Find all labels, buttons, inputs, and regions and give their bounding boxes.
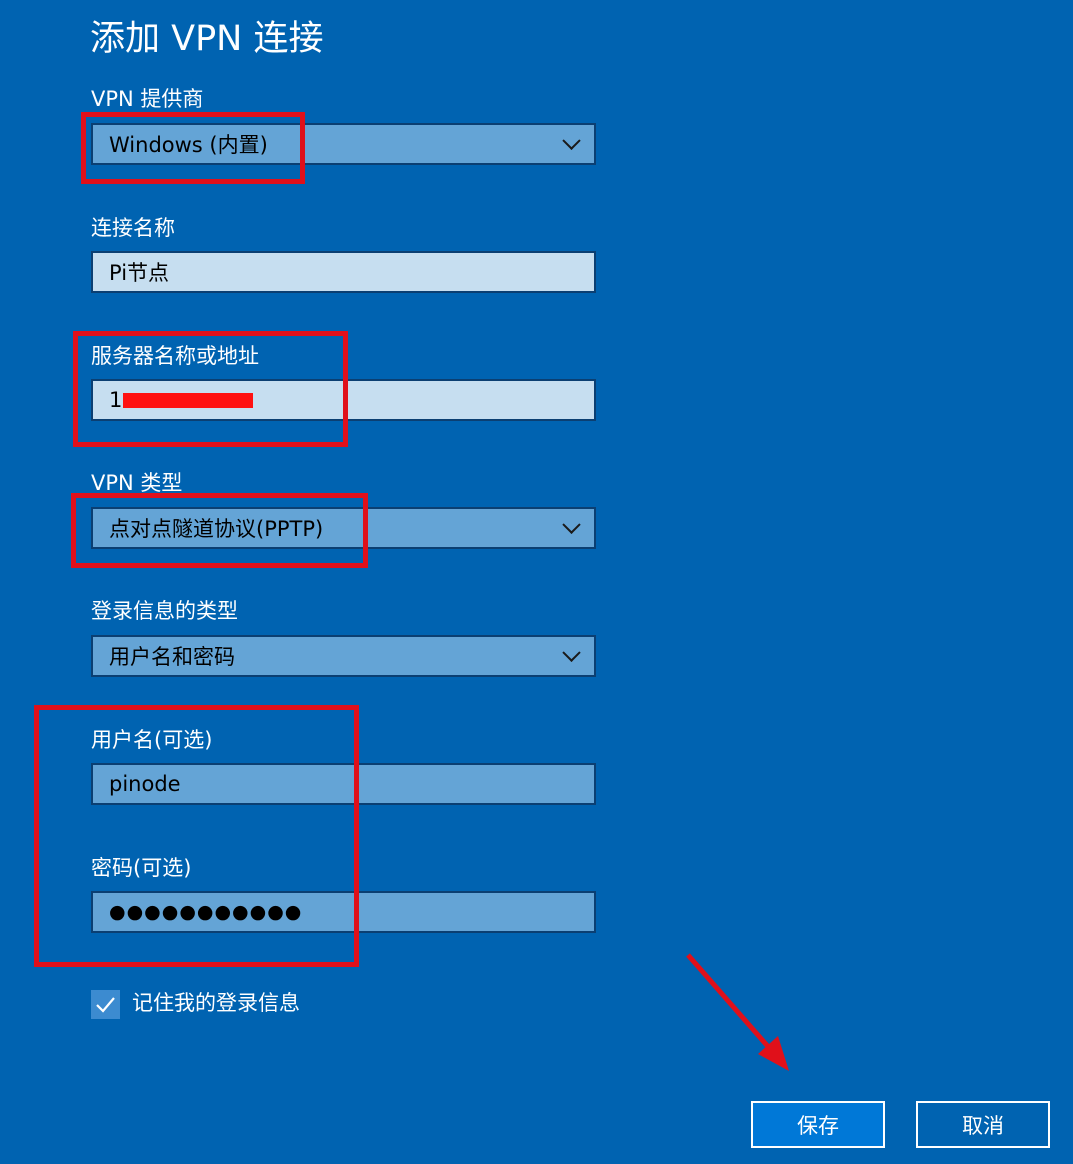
annotation-arrow bbox=[686, 953, 789, 1071]
